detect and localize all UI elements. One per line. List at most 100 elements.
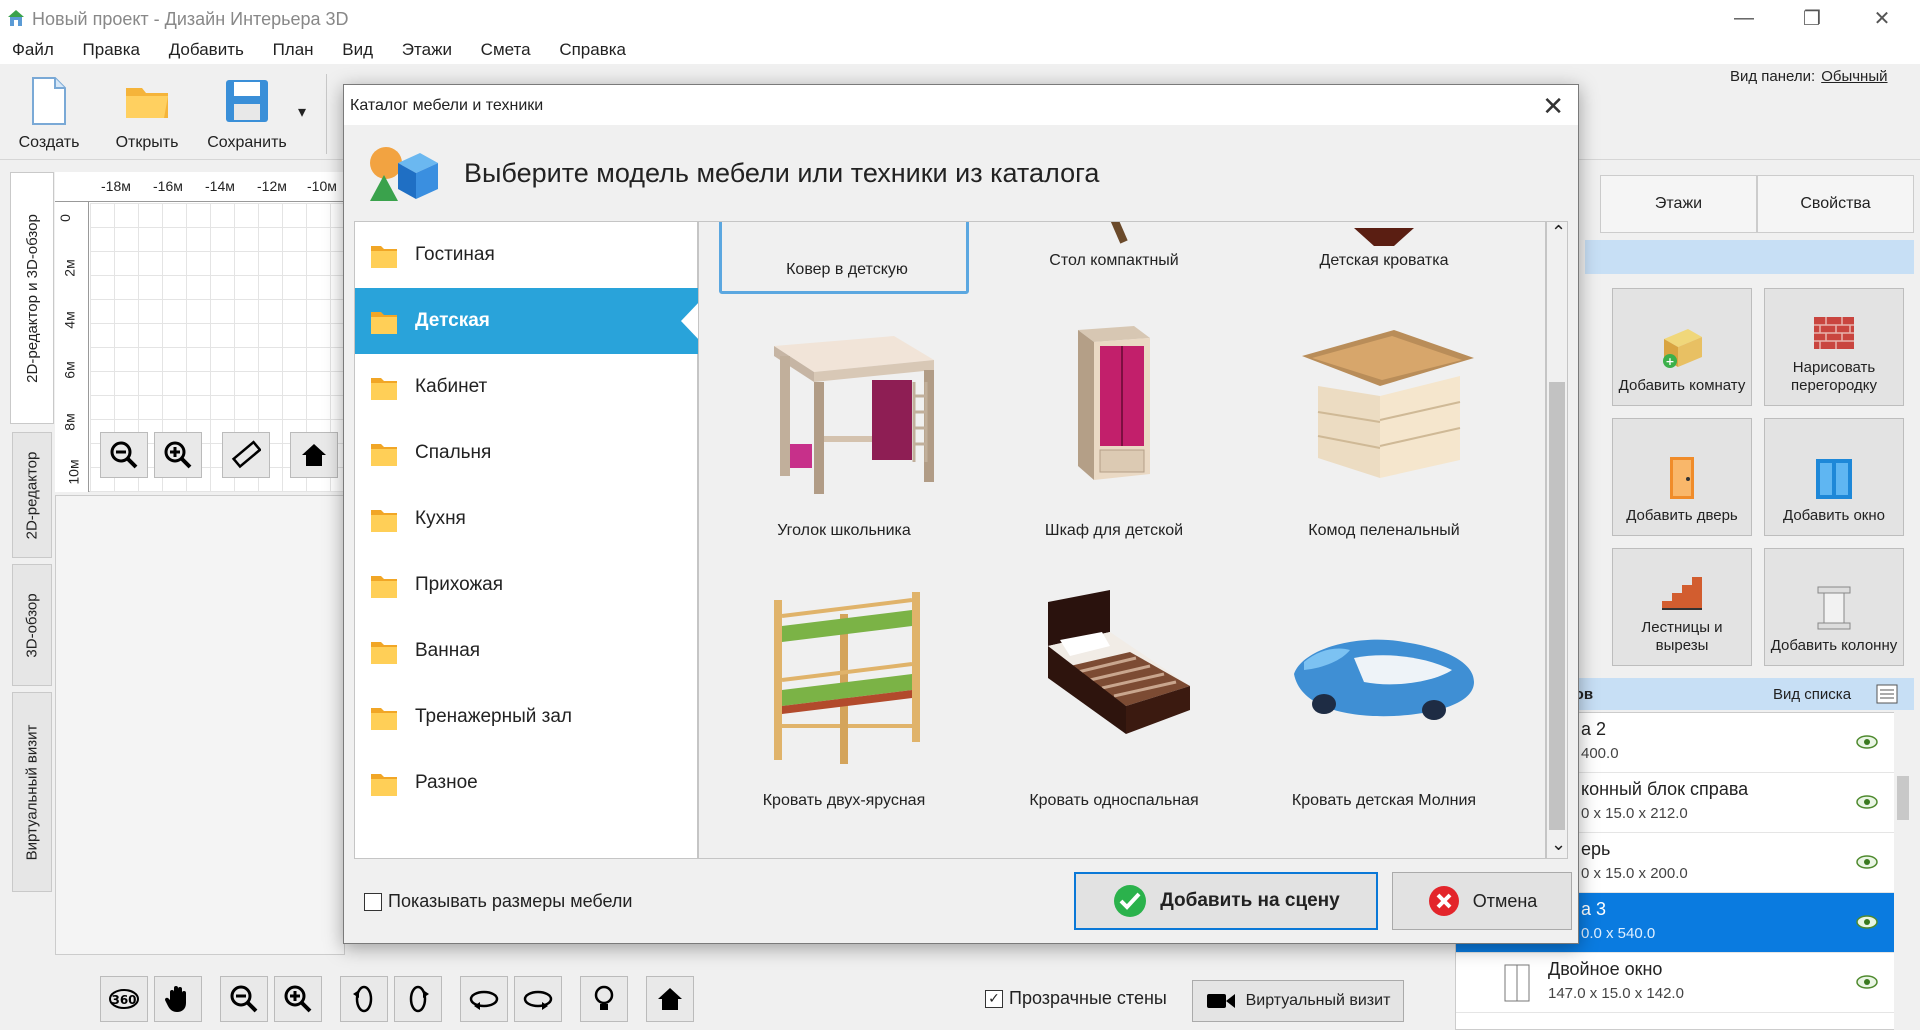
catalog-item-car-bed[interactable]: Кровать детская Молния xyxy=(1259,572,1509,822)
category-kitchen[interactable]: Кухня xyxy=(355,486,699,552)
panel-view-link[interactable]: Обычный xyxy=(1821,68,1887,85)
folder-icon xyxy=(371,312,397,334)
orbit-right-button[interactable] xyxy=(514,976,562,1022)
compact-table-image xyxy=(1110,222,1128,244)
open-button[interactable]: Открыть xyxy=(102,70,192,154)
menu-file[interactable]: Файл xyxy=(12,36,54,60)
virtual-visit-label: Виртуальный визит xyxy=(1245,992,1391,1009)
catalog-item-compact-table[interactable]: Стол компактный xyxy=(989,222,1239,282)
app-logo-icon xyxy=(8,10,24,26)
save-button[interactable]: Сохранить xyxy=(202,70,292,154)
3d-zoom-in-button[interactable] xyxy=(274,976,322,1022)
orbit-left-button[interactable] xyxy=(460,976,508,1022)
category-office[interactable]: Кабинет xyxy=(355,354,699,420)
category-bathroom[interactable]: Ванная xyxy=(355,618,699,684)
category-misc[interactable]: Разное xyxy=(355,750,699,816)
object-list-scrollbar[interactable] xyxy=(1894,712,1912,1030)
ruler-tick: -10м xyxy=(307,178,337,194)
tab-2d[interactable]: 2D-редактор xyxy=(12,432,52,558)
catalog-item-kids-carpet[interactable]: Ковер в детскую xyxy=(719,222,969,294)
list-item-title: а 2 xyxy=(1581,719,1607,739)
virtual-visit-button[interactable]: Виртуальный визит xyxy=(1192,980,1404,1022)
3d-home-button[interactable] xyxy=(646,976,694,1022)
show-dimensions-toggle[interactable]: Показывать размеры мебели xyxy=(364,891,633,912)
3d-view[interactable] xyxy=(55,495,345,955)
show-dimensions-checkbox[interactable] xyxy=(364,892,382,911)
furniture-catalog-dialog: Каталог мебели и техники ✕ Выберите моде… xyxy=(343,84,1579,944)
list-item[interactable]: Двойное окно 147.0 x 15.0 x 142.0 xyxy=(1456,953,1896,1013)
home-view-button[interactable] xyxy=(290,432,338,478)
save-dropdown-arrow[interactable]: ▾ xyxy=(298,102,306,122)
plan-zoom-toolbar xyxy=(100,432,338,478)
zoom-out-button[interactable] xyxy=(100,432,148,478)
rotate-right-button[interactable] xyxy=(394,976,442,1022)
add-column-button[interactable]: Добавить колонну xyxy=(1764,548,1904,666)
menu-floors[interactable]: Этажи xyxy=(402,36,452,60)
category-gym[interactable]: Тренажерный зал xyxy=(355,684,699,750)
tab-3d[interactable]: 3D-обзор xyxy=(12,564,52,686)
object-list-scroll-thumb[interactable] xyxy=(1897,776,1909,820)
tab-floors[interactable]: Этажи xyxy=(1600,175,1757,233)
minimize-button[interactable]: — xyxy=(1714,0,1774,36)
tab-2d-label: 2D-редактор xyxy=(23,451,41,539)
eye-icon[interactable] xyxy=(1856,795,1878,809)
zoom-in-button[interactable] xyxy=(154,432,202,478)
add-door-button[interactable]: Добавить дверь xyxy=(1612,418,1752,536)
catalog-item-student-corner[interactable]: Уголок школьника xyxy=(719,302,969,552)
scroll-up-button[interactable]: ⌃ xyxy=(1551,222,1566,243)
list-item-title: а 3 xyxy=(1581,899,1607,919)
tab-virtual-visit[interactable]: Виртуальный визит xyxy=(12,692,52,892)
create-button[interactable]: Создать xyxy=(4,70,94,154)
pan-button[interactable] xyxy=(154,976,202,1022)
measure-button[interactable] xyxy=(222,432,270,478)
stairs-button[interactable]: Лестницы и вырезы xyxy=(1612,548,1752,666)
toolbar-divider xyxy=(326,74,327,154)
rotate-360-button[interactable]: 360 xyxy=(100,976,148,1022)
catalog-item-baby-crib[interactable]: Детская кроватка xyxy=(1259,222,1509,282)
transparent-walls-checkbox[interactable]: ✓ xyxy=(985,989,1003,1008)
category-kids-room[interactable]: Детская xyxy=(355,288,701,354)
rotate-left-button[interactable] xyxy=(340,976,388,1022)
list-view-label[interactable]: Вид списка xyxy=(1773,686,1851,703)
eye-icon[interactable] xyxy=(1856,915,1878,929)
catalog-item-kids-wardrobe[interactable]: Шкаф для детской xyxy=(989,302,1239,552)
menu-estimate[interactable]: Смета xyxy=(481,36,531,60)
tab-properties[interactable]: Свойства xyxy=(1757,175,1914,233)
add-to-scene-button[interactable]: Добавить на сцену xyxy=(1074,872,1378,930)
dialog-close-button[interactable]: ✕ xyxy=(1542,91,1564,122)
category-bedroom[interactable]: Спальня xyxy=(355,420,699,486)
catalog-scrollbar[interactable]: ⌃ ⌄ xyxy=(1546,221,1568,859)
eye-icon[interactable] xyxy=(1856,855,1878,869)
scroll-down-button[interactable]: ⌄ xyxy=(1551,834,1566,855)
light-button[interactable] xyxy=(580,976,628,1022)
restore-button[interactable]: ❐ xyxy=(1782,0,1842,36)
ruler-tick: 6м xyxy=(61,361,78,379)
add-room-button[interactable]: + Добавить комнату xyxy=(1612,288,1752,406)
cancel-button[interactable]: Отмена xyxy=(1392,872,1572,930)
tab-2d-3d[interactable]: 2D-редактор и 3D-обзор xyxy=(10,172,54,424)
catalog-scroll-thumb[interactable] xyxy=(1549,382,1565,830)
eye-icon[interactable] xyxy=(1856,975,1878,989)
category-living-room[interactable]: Гостиная xyxy=(355,222,699,288)
list-view-icon[interactable] xyxy=(1876,684,1898,704)
menu-view[interactable]: Вид xyxy=(342,36,373,60)
add-window-button[interactable]: Добавить окно xyxy=(1764,418,1904,536)
tab-virtual-visit-label: Виртуальный визит xyxy=(23,724,41,860)
menu-help[interactable]: Справка xyxy=(559,36,626,60)
catalog-item-label: Кровать детская Молния xyxy=(1291,792,1477,809)
close-window-button[interactable]: ✕ xyxy=(1852,0,1912,36)
folder-icon xyxy=(371,444,397,466)
list-item-title: ерь xyxy=(1581,839,1611,859)
draw-partition-button[interactable]: Нарисовать перегородку xyxy=(1764,288,1904,406)
menu-plan[interactable]: План xyxy=(273,36,314,60)
catalog-item-single-bed[interactable]: Кровать односпальная xyxy=(989,572,1239,822)
menu-add[interactable]: Добавить xyxy=(169,36,244,60)
eye-icon[interactable] xyxy=(1856,735,1878,749)
catalog-item-changing-dresser[interactable]: Комод пеленальный xyxy=(1259,302,1509,552)
menu-edit[interactable]: Правка xyxy=(83,36,140,60)
transparent-walls-toggle[interactable]: ✓ Прозрачные стены xyxy=(985,988,1167,1009)
catalog-item-bunk-bed[interactable]: Кровать двух-ярусная xyxy=(719,572,969,822)
3d-zoom-out-button[interactable] xyxy=(220,976,268,1022)
ruler-tick: -12м xyxy=(257,178,287,194)
category-hallway[interactable]: Прихожая xyxy=(355,552,699,618)
